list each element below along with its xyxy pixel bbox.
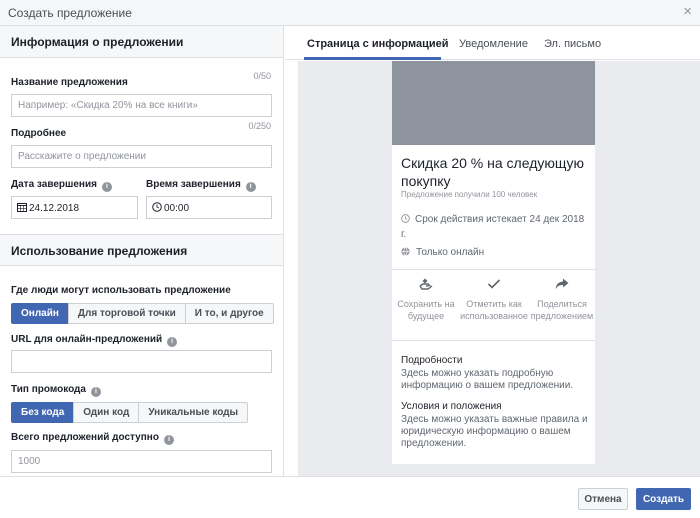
promo-segmented: Без кода Один код Уникальные коды [11,402,249,423]
cover-image-placeholder [392,61,595,145]
info-section-title: Информация о предложении [11,35,184,49]
save-for-later-action[interactable]: Сохранить на будущее [392,277,460,322]
divider [392,340,595,341]
tab-email[interactable]: Эл. письмо [544,38,601,50]
offer-details-input[interactable] [11,145,272,168]
info-icon[interactable]: i [101,182,112,192]
tab-info-page[interactable]: Страница с информацией [307,38,449,50]
usage-section-title: Использование предложения [11,244,188,258]
end-time-field[interactable]: 00:00 [146,196,272,219]
save-offer-icon [392,277,460,295]
offer-details-label: Подробнее [11,128,67,139]
save-for-later-label: Сохранить на будущее [397,299,455,321]
active-tab-indicator [304,57,441,60]
where-option-both[interactable]: И то, и другое [184,303,274,324]
preview-terms-title: Условия и положения [401,401,502,412]
url-label: URL для онлайн-предложений i [11,334,178,347]
end-time-value: 00:00 [164,203,190,214]
dialog-titlebar: Создать предложение × [0,0,700,26]
preview-expire: Срок действия истекает 24 дек 2018 г. [401,212,589,242]
where-option-online[interactable]: Онлайн [11,303,69,324]
form-panel: Информация о предложении 0/50 Название п… [0,26,284,476]
checkmark-icon [460,277,528,295]
divider [392,269,595,270]
share-offer-action[interactable]: Поделиться предложением [528,277,596,322]
total-offers-input[interactable] [11,450,272,473]
clock-icon [152,202,162,212]
where-segmented: Онлайн Для торговой точки И то, и другое [11,303,274,324]
info-section-header: Информация о предложении [0,26,283,58]
preview-tabs: Страница с информацией Уведомление Эл. п… [285,26,700,60]
mark-used-label: Отметить как использованное [460,299,528,321]
calendar-icon [17,203,27,212]
url-label-text: URL для онлайн-предложений [11,334,163,345]
usage-section-header: Использование предложения [0,234,283,266]
share-offer-label: Поделиться предложением [530,299,594,321]
info-icon[interactable]: i [90,387,101,397]
total-label-text: Всего предложений доступно [11,432,159,443]
mark-used-action[interactable]: Отметить как использованное [460,277,528,322]
offer-preview-card: Скидка 20 % на следующую покупку Предлож… [392,61,595,464]
preview-terms-body: Здесь можно указать важные правила и юри… [401,414,588,449]
details-counter: 0/250 [248,121,271,131]
info-icon[interactable]: i [245,182,256,192]
globe-icon [401,247,410,256]
create-button[interactable]: Создать [636,488,691,510]
total-label: Всего предложений доступно i [11,432,174,445]
promo-label-text: Тип промокода [11,384,86,395]
close-icon[interactable]: × [683,3,692,20]
end-date-value: 24.12.2018 [29,203,80,214]
share-icon [528,277,596,295]
preview-offer-title: Скидка 20 % на следующую покупку [401,155,585,189]
end-date-field[interactable]: 24.12.2018 [11,196,138,219]
promo-option-none[interactable]: Без кода [11,402,75,423]
preview-panel: Страница с информацией Уведомление Эл. п… [285,26,700,476]
preview-claimed-count: Предложение получили 100 человек [401,190,538,199]
cancel-button[interactable]: Отмена [578,488,628,510]
online-url-input[interactable] [11,350,272,373]
offer-name-input[interactable] [11,94,272,117]
preview-details-title: Подробности [401,355,463,366]
dialog-title: Создать предложение [8,6,132,20]
end-date-label: Дата завершения i [11,179,112,192]
preview-expire-text: Срок действия истекает 24 дек 2018 г. [401,214,585,240]
tab-notification[interactable]: Уведомление [459,38,528,50]
end-date-label-text: Дата завершения [11,179,97,190]
where-option-store[interactable]: Для торговой точки [67,303,186,324]
promo-option-unique[interactable]: Уникальные коды [138,402,249,423]
end-time-label-text: Время завершения [146,179,241,190]
end-time-label: Время завершения i [146,179,256,192]
preview-canvas: Скидка 20 % на следующую покупку Предлож… [298,61,700,476]
preview-online-text: Только онлайн [416,247,485,258]
promo-option-single[interactable]: Один код [73,402,140,423]
dialog-footer: Отмена Создать [0,476,700,518]
preview-details-body: Здесь можно указать подробную информацию… [401,368,574,391]
promo-label: Тип промокода i [11,384,101,397]
info-icon[interactable]: i [167,337,178,347]
info-icon[interactable]: i [163,435,174,445]
clock-icon [401,214,410,223]
preview-online: Только онлайн [401,247,484,258]
offer-name-label: Название предложения [11,77,128,88]
name-counter: 0/50 [253,71,271,81]
where-label: Где люди могут использовать предложение [11,285,231,296]
